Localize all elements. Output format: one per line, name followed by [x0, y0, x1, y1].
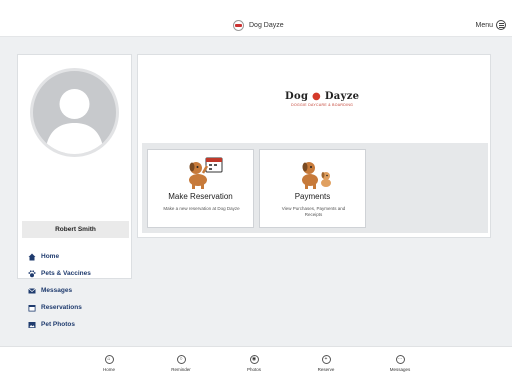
tab-reserve[interactable]: + Reserve	[306, 355, 346, 372]
card-title: Payments	[294, 192, 331, 201]
paw-icon	[28, 269, 36, 278]
card-description: Make a new reservation at Dog Dayze	[163, 206, 240, 211]
app-title-text: Dog Dayze	[249, 22, 284, 29]
menu-button[interactable]: Menu	[475, 20, 506, 30]
home-icon	[28, 253, 36, 261]
sidebar-item-messages[interactable]: Messages	[28, 282, 91, 299]
brand-name-part2: Dayze	[324, 91, 360, 102]
sidebar-item-label: Reservations	[41, 304, 82, 311]
brand-name: Dog ● Dayze	[285, 91, 359, 102]
tab-home[interactable]: ⌂ Home	[89, 355, 129, 372]
make-reservation-card[interactable]: Make Reservation Make a new reservation …	[147, 149, 254, 228]
sidebar-item-reservations[interactable]: Reservations	[28, 299, 91, 316]
action-cards-area: Make Reservation Make a new reservation …	[142, 143, 488, 233]
envelope-icon	[28, 287, 36, 295]
sidebar-item-label: Pet Photos	[41, 321, 75, 328]
sidebar-item-pet-photos[interactable]: Pet Photos	[28, 316, 91, 333]
bottom-nav: ⌂ Home ○ Reminder ◉ Photos + Reserve ⋯ M…	[0, 346, 512, 384]
calendar-icon	[28, 304, 36, 312]
app-logo-icon	[233, 20, 244, 31]
dogs-payment-icon	[302, 162, 331, 189]
chat-icon: ⋯	[395, 355, 405, 364]
tab-label: Reminder	[171, 367, 191, 372]
sidebar-item-pets-vaccines[interactable]: Pets & Vaccines	[28, 265, 91, 282]
hamburger-icon	[496, 20, 506, 30]
brand-tagline: DOGGIE DAYCARE & BOARDING	[291, 103, 354, 107]
user-name: Robert Smith	[22, 221, 129, 238]
brand-name-part1: Dog	[285, 91, 309, 102]
person-silhouette-icon	[45, 89, 104, 154]
sidebar-item-label: Messages	[41, 287, 73, 294]
profile-sidebar: Robert Smith Home Pets & Vaccines Messag…	[17, 54, 132, 328]
tab-messages[interactable]: ⋯ Messages	[380, 355, 420, 372]
tab-label: Messages	[389, 367, 411, 372]
brand-logo: Dog ● Dayze DOGGIE DAYCARE & BOARDING	[285, 91, 359, 107]
paw-icon: ●	[308, 91, 325, 102]
tab-label: Reserve	[317, 367, 335, 372]
app-title: Dog Dayze	[233, 20, 284, 31]
main-panel: Dog ● Dayze DOGGIE DAYCARE & BOARDING Ma…	[137, 54, 491, 238]
sidebar-nav: Home Pets & Vaccines Messages Reservatio…	[28, 248, 91, 333]
menu-label: Menu	[475, 21, 493, 29]
sidebar-item-home[interactable]: Home	[28, 248, 91, 265]
tab-reminder[interactable]: ○ Reminder	[161, 355, 201, 372]
card-title: Make Reservation	[168, 192, 233, 201]
plus-icon: +	[321, 355, 331, 364]
sidebar-item-label: Home	[41, 253, 60, 260]
bell-icon: ○	[176, 355, 186, 364]
tab-label: Photos	[246, 367, 261, 372]
dog-with-calendar-icon	[189, 157, 223, 189]
sidebar-item-label: Pets & Vaccines	[41, 270, 91, 277]
payments-card[interactable]: Payments View Purchases, Payments and Re…	[259, 149, 366, 228]
tab-label: Home	[102, 367, 115, 372]
avatar[interactable]	[30, 68, 119, 157]
home-icon: ⌂	[104, 355, 114, 364]
top-bar: Dog Dayze Menu	[0, 0, 512, 37]
camera-icon: ◉	[249, 355, 259, 364]
tab-photos[interactable]: ◉ Photos	[234, 355, 274, 372]
photo-icon	[28, 321, 36, 329]
card-description: View Purchases, Payments and Receipts	[281, 206, 346, 217]
